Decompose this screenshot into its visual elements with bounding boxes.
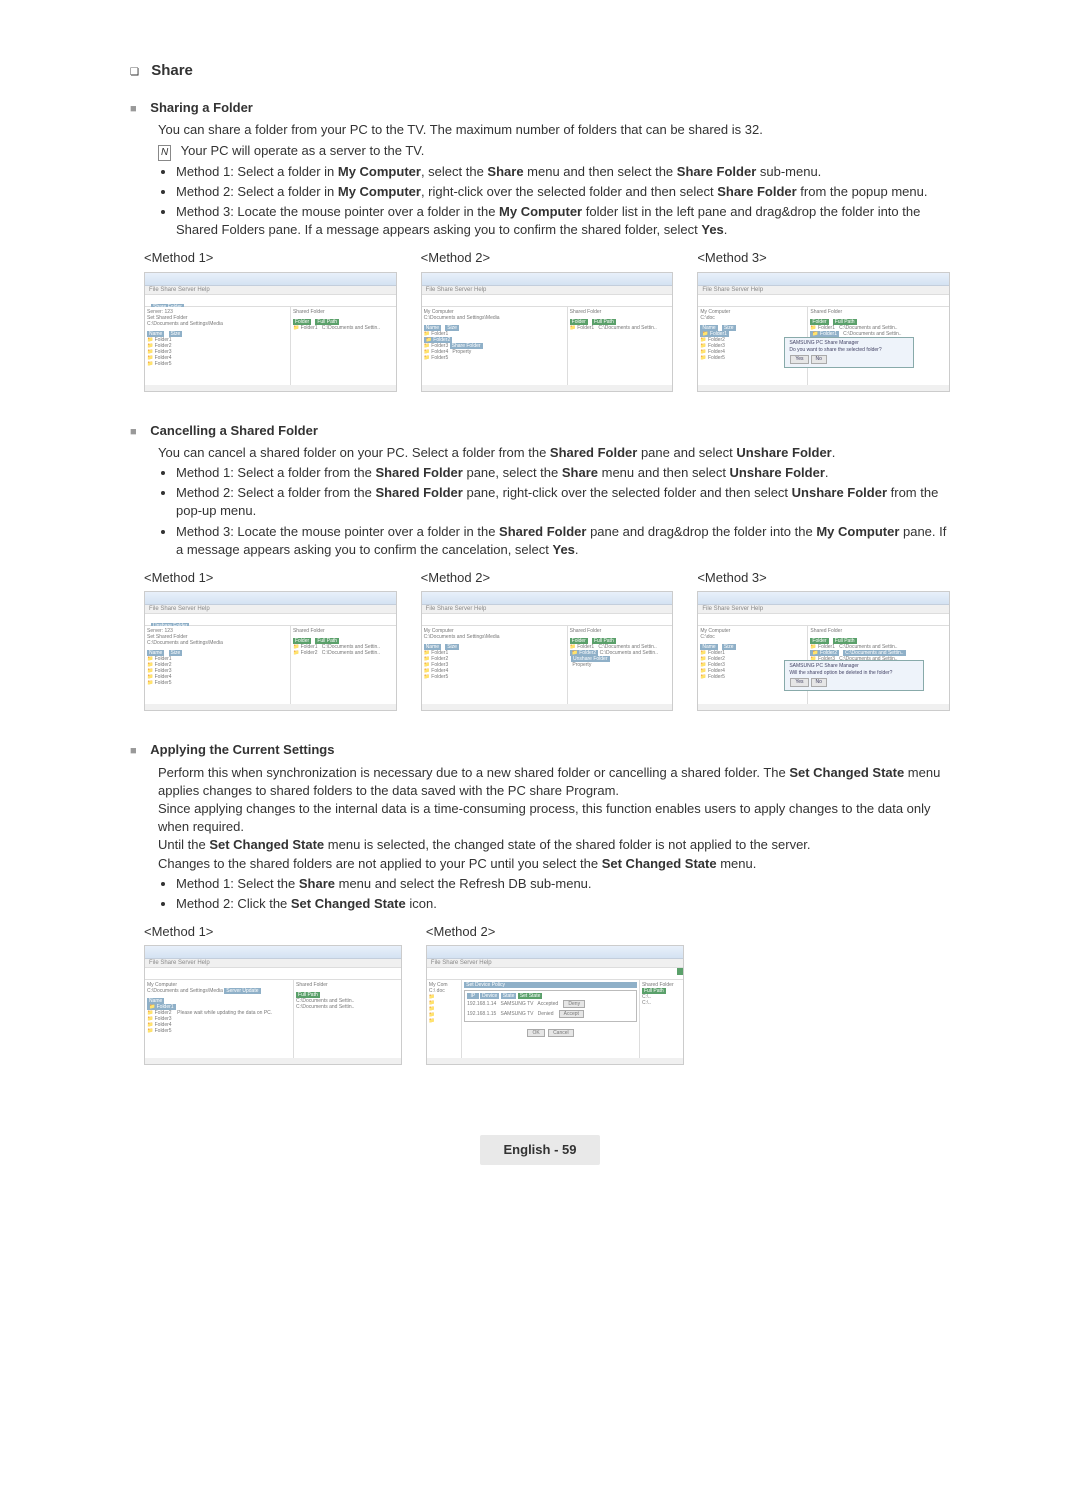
- cancelling-thumb-2: <Method 2> File Share Server Help My Com…: [421, 567, 674, 711]
- method-label: <Method 3>: [697, 249, 950, 267]
- page-footer: English - 59: [130, 1135, 950, 1165]
- applying-p3: Until the Set Changed State menu is sele…: [158, 836, 950, 854]
- note-icon: N: [158, 145, 171, 161]
- subheading-text: Applying the Current Settings: [150, 742, 334, 757]
- section-title: ❏ Share: [130, 60, 950, 81]
- cancelling-method-2: Method 2: Select a folder from the Share…: [176, 484, 950, 520]
- sharing-intro: You can share a folder from your PC to t…: [158, 121, 950, 139]
- subheading-text: Cancelling a Shared Folder: [150, 423, 318, 438]
- sharing-method-2: Method 2: Select a folder in My Computer…: [176, 183, 950, 201]
- sharing-method-1: Method 1: Select a folder in My Computer…: [176, 163, 950, 181]
- cancelling-thumbs-row: <Method 1> File Share Server HelpUnshare…: [144, 567, 950, 711]
- screenshot-thumbnail: File Share Server HelpUnshare Folder Ser…: [144, 591, 397, 711]
- subheading-cancelling: ■ Cancelling a Shared Folder: [130, 422, 950, 440]
- sharing-thumb-3: <Method 3> File Share Server Help My Com…: [697, 247, 950, 391]
- applying-method-2: Method 2: Click the Set Changed State ic…: [176, 895, 950, 913]
- cancelling-method-3: Method 3: Locate the mouse pointer over …: [176, 523, 950, 559]
- cancelling-method-1: Method 1: Select a folder from the Share…: [176, 464, 950, 482]
- subheading-text: Sharing a Folder: [150, 100, 253, 115]
- square-icon: ■: [130, 426, 137, 438]
- note-text: Your PC will operate as a server to the …: [181, 143, 425, 158]
- method-label: <Method 2>: [421, 249, 674, 267]
- square-icon: ■: [130, 745, 137, 757]
- screenshot-thumbnail: File Share Server HelpShare Folder Serve…: [144, 272, 397, 392]
- cancelling-intro: You can cancel a shared folder on your P…: [158, 444, 950, 462]
- cancelling-thumb-3: <Method 3> File Share Server Help My Com…: [697, 567, 950, 711]
- method-label: <Method 1>: [144, 249, 397, 267]
- applying-p1: Perform this when synchronization is nec…: [158, 764, 950, 800]
- sharing-thumb-2: <Method 2> File Share Server Help My Com…: [421, 247, 674, 391]
- method-label: <Method 1>: [144, 923, 402, 941]
- sharing-method-3: Method 3: Locate the mouse pointer over …: [176, 203, 950, 239]
- method-label: <Method 2>: [421, 569, 674, 587]
- screenshot-thumbnail: File Share Server Help My ComputerC:\Doc…: [421, 591, 674, 711]
- method-label: <Method 3>: [697, 569, 950, 587]
- screenshot-thumbnail: File Share Server Help My ComputerC:\doc…: [697, 272, 950, 392]
- sharing-thumbs-row: <Method 1> File Share Server HelpShare F…: [144, 247, 950, 391]
- applying-method-1: Method 1: Select the Share menu and sele…: [176, 875, 950, 893]
- applying-p4: Changes to the shared folders are not ap…: [158, 855, 950, 873]
- applying-thumb-2: <Method 2> File Share Server Help My Com…: [426, 921, 684, 1065]
- sharing-thumb-1: <Method 1> File Share Server HelpShare F…: [144, 247, 397, 391]
- screenshot-thumbnail: File Share Server Help My ComputerC:\Doc…: [421, 272, 674, 392]
- method-label: <Method 2>: [426, 923, 684, 941]
- screenshot-thumbnail: File Share Server Help My ComputerC:\doc…: [697, 591, 950, 711]
- applying-thumbs-row: <Method 1> File Share Server Help My Com…: [144, 921, 950, 1065]
- applying-p2: Since applying changes to the internal d…: [158, 800, 950, 836]
- subheading-applying: ■ Applying the Current Settings: [130, 741, 950, 759]
- note-line: N Your PC will operate as a server to th…: [158, 142, 950, 161]
- checkbox-icon: ❏: [130, 61, 139, 79]
- square-icon: ■: [130, 103, 137, 115]
- screenshot-thumbnail: File Share Server Help My ComC:\ doc📁📁📁📁…: [426, 945, 684, 1065]
- sharing-methods-list: Method 1: Select a folder in My Computer…: [158, 163, 950, 240]
- cancelling-methods-list: Method 1: Select a folder from the Share…: [158, 464, 950, 559]
- page-number-pill: English - 59: [480, 1135, 601, 1165]
- method-label: <Method 1>: [144, 569, 397, 587]
- screenshot-thumbnail: File Share Server Help My ComputerC:\Doc…: [144, 945, 402, 1065]
- cancelling-thumb-1: <Method 1> File Share Server HelpUnshare…: [144, 567, 397, 711]
- section-title-text: Share: [151, 62, 193, 79]
- applying-methods-list: Method 1: Select the Share menu and sele…: [158, 875, 950, 913]
- subheading-sharing: ■ Sharing a Folder: [130, 99, 950, 117]
- applying-thumb-1: <Method 1> File Share Server Help My Com…: [144, 921, 402, 1065]
